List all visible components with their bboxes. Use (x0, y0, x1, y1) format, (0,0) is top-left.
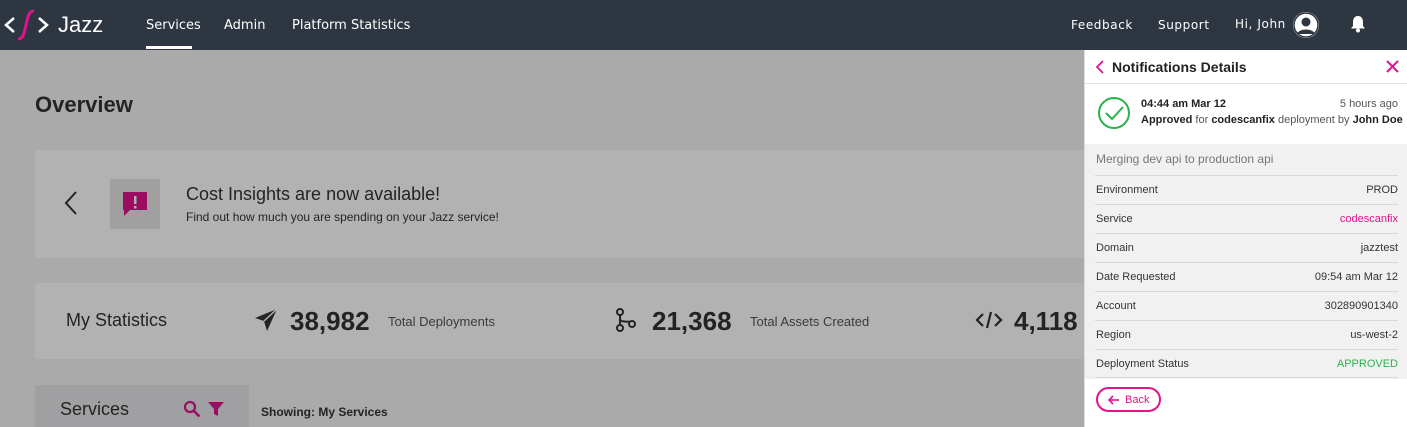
top-navbar: Jazz Services Admin Platform Statistics … (0, 0, 1407, 50)
details-title: Merging dev api to production api (1096, 152, 1274, 166)
detail-value: PROD (1366, 184, 1398, 196)
nav-active-indicator (146, 46, 192, 49)
notification-item: 04:44 am Mar 12 5 hours ago Approved for… (1085, 84, 1407, 144)
detail-row-account: Account 302890901340 (1095, 291, 1398, 320)
deployment-details: Merging dev api to production api Enviro… (1085, 144, 1407, 379)
notification-status: Approved (1141, 114, 1193, 126)
jazz-logo-icon (4, 9, 49, 41)
nav-platform-statistics[interactable]: Platform Statistics (292, 18, 410, 33)
modal-backdrop[interactable] (0, 50, 1084, 427)
notification-age: 5 hours ago (1339, 98, 1398, 110)
notification-time: 04:44 am Mar 12 (1141, 98, 1226, 110)
nav-admin[interactable]: Admin (224, 18, 265, 33)
notification-bell-icon[interactable] (1350, 15, 1366, 33)
app-name: Jazz (58, 12, 104, 37)
notification-user: John Doe (1352, 114, 1403, 126)
notification-for: for (1195, 114, 1209, 126)
detail-row-service: Service codescanfix (1095, 204, 1398, 233)
nav-support[interactable]: Support (1158, 18, 1210, 32)
chevron-left-icon[interactable] (1095, 60, 1105, 74)
jazz-logo[interactable]: Jazz (4, 8, 114, 42)
detail-key: Environment (1096, 184, 1158, 196)
detail-value: 302890901340 (1324, 300, 1398, 312)
detail-row-region: Region us-west-2 (1095, 320, 1398, 349)
panel-header: Notifications Details (1085, 50, 1407, 84)
detail-key: Account (1096, 300, 1136, 312)
back-button[interactable]: Back (1096, 387, 1161, 412)
detail-key: Region (1096, 329, 1131, 341)
arrow-left-icon (1108, 395, 1119, 405)
detail-key: Date Requested (1096, 271, 1176, 283)
notification-service: codescanfix (1211, 114, 1275, 126)
service-link[interactable]: codescanfix (1340, 213, 1398, 225)
detail-key: Deployment Status (1096, 358, 1189, 370)
detail-row-domain: Domain jazztest (1095, 233, 1398, 262)
close-icon[interactable] (1386, 60, 1399, 73)
detail-value: us-west-2 (1350, 329, 1398, 341)
check-circle-icon (1097, 96, 1131, 130)
user-avatar-icon (1293, 12, 1319, 38)
user-greeting[interactable]: Hi, John (1235, 17, 1286, 31)
detail-value: jazztest (1360, 242, 1398, 254)
notification-details-panel: Notifications Details 04:44 am Mar 12 5 … (1084, 50, 1407, 427)
avatar[interactable] (1293, 12, 1319, 38)
back-button-label: Back (1125, 394, 1150, 406)
nav-services[interactable]: Services (146, 18, 201, 33)
detail-row-date-requested: Date Requested 09:54 am Mar 12 (1095, 262, 1398, 291)
status-badge: APPROVED (1336, 358, 1398, 370)
panel-title: Notifications Details (1112, 59, 1247, 75)
nav-feedback[interactable]: Feedback (1071, 18, 1133, 32)
detail-row-deployment-status: Deployment Status APPROVED (1095, 349, 1398, 378)
notification-deployment-by: deployment by (1277, 114, 1350, 126)
detail-row-environment: Environment PROD (1095, 175, 1398, 204)
detail-value: 09:54 am Mar 12 (1314, 271, 1398, 283)
detail-key: Service (1096, 213, 1133, 225)
detail-key: Domain (1096, 242, 1134, 254)
notification-message: Approved for codescanfix deployment by J… (1141, 114, 1403, 126)
